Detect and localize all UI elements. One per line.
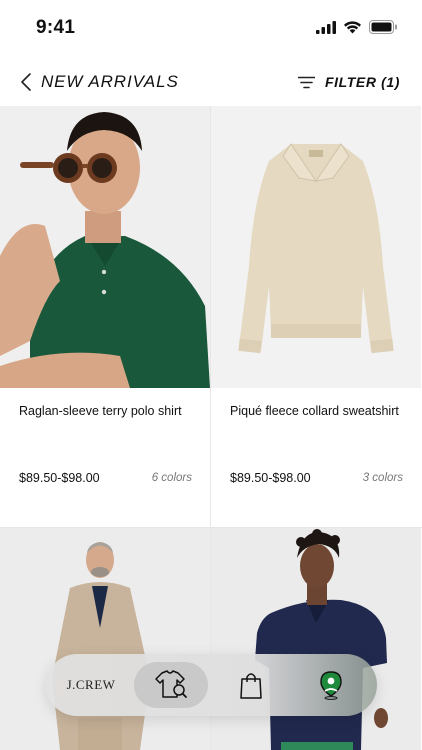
- product-image[interactable]: [0, 528, 210, 750]
- filter-lines-icon: [298, 76, 316, 88]
- product-color-count[interactable]: 6 colors: [152, 472, 192, 484]
- back-button[interactable]: [14, 68, 38, 96]
- shirt-search-icon: [155, 670, 187, 698]
- grid-divider-horizontal: [0, 527, 422, 528]
- status-icons: [316, 20, 398, 34]
- tab-store-locator[interactable]: [306, 662, 356, 708]
- page-title: NEW ARRIVALS: [41, 72, 179, 91]
- product-price: $89.50-$98.00: [19, 471, 100, 485]
- wifi-icon: [344, 21, 361, 34]
- battery-icon: [369, 20, 397, 34]
- tab-home-logo[interactable]: J.CREW: [56, 662, 126, 708]
- product-name: Piqué fleece collard sweatshirt: [230, 404, 399, 418]
- tab-shop[interactable]: [134, 662, 208, 708]
- product-card[interactable]: [211, 528, 421, 750]
- product-image[interactable]: [0, 106, 210, 388]
- product-price: $89.50-$98.00: [230, 471, 311, 485]
- product-image[interactable]: [211, 106, 421, 388]
- product-card[interactable]: [0, 528, 210, 750]
- product-color-count[interactable]: 3 colors: [363, 472, 403, 484]
- filter-button[interactable]: FILTER (1): [298, 68, 400, 96]
- chevron-left-icon: [21, 73, 31, 91]
- product-card[interactable]: Raglan-sleeve terry polo shirt $89.50-$9…: [0, 106, 210, 527]
- status-time: 9:41: [36, 17, 76, 38]
- product-image[interactable]: [211, 528, 421, 750]
- nav-header: NEW ARRIVALS FILTER (1): [0, 60, 422, 104]
- status-bar: 9:41: [0, 0, 422, 56]
- product-name: Raglan-sleeve terry polo shirt: [19, 404, 182, 418]
- location-pin-icon: [320, 671, 342, 700]
- product-card[interactable]: Piqué fleece collard sweatshirt $89.50-$…: [211, 106, 421, 527]
- shopping-bag-icon: [240, 673, 262, 699]
- bottom-tab-bar: J.CREW: [46, 654, 377, 716]
- filter-label: FILTER (1): [325, 74, 400, 90]
- tab-bag[interactable]: [226, 662, 276, 708]
- cellular-signal-icon: [316, 20, 336, 34]
